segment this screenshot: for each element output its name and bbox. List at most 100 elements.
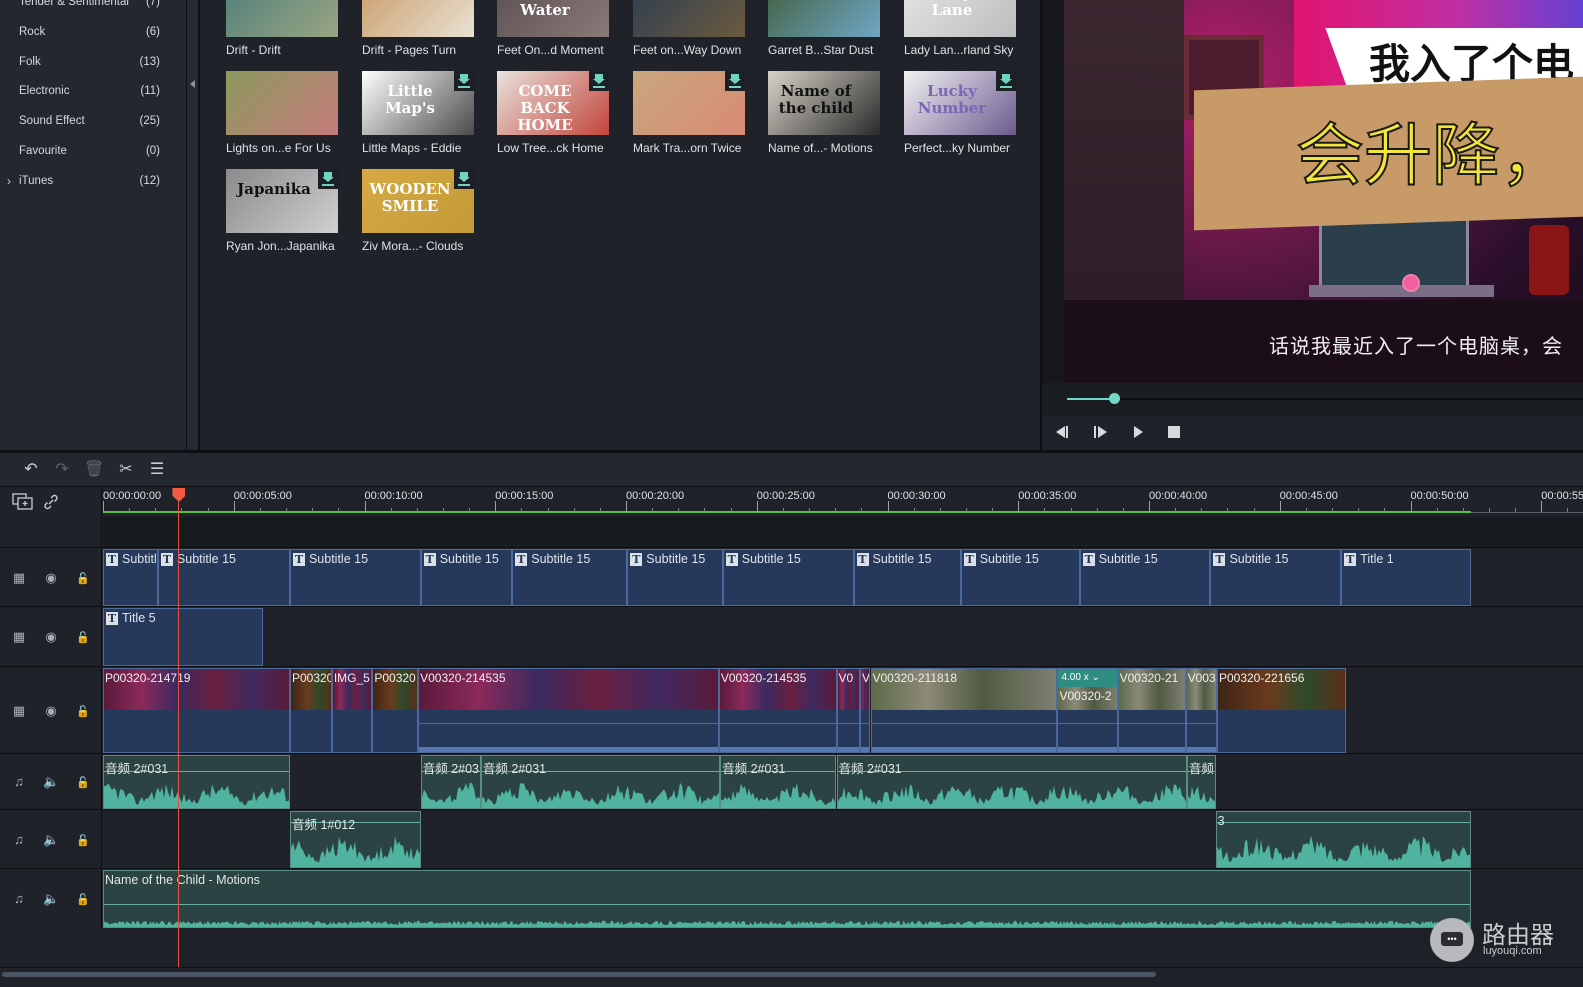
lock-toggle[interactable]: 🔓 [75,570,91,586]
download-icon[interactable] [454,169,474,189]
cut-button[interactable]: ✂ [116,460,136,480]
music-thumbnail[interactable]: Name of the child [768,71,880,135]
title-clip[interactable]: T Title 1 [1341,549,1471,606]
video-clip[interactable]: V00320-2 4.00 x ⌄ [1057,668,1118,753]
lock-toggle[interactable]: 🔓 [75,891,91,907]
video-clip[interactable]: P00320 [289,668,332,753]
title-clip[interactable]: TSubtitle 15 [420,549,513,606]
audio-clip[interactable]: 音频 2#031 [420,755,481,809]
category-item[interactable]: › iTunes (12) [0,166,186,196]
music-title: Perfect...ky Number [904,141,1011,155]
stop-button[interactable] [1168,424,1186,440]
adjust-button[interactable]: ☰ [147,460,167,480]
title-clip[interactable]: TSubtitle 15 [722,549,854,606]
add-track-button[interactable] [12,493,34,511]
video-clip[interactable]: V00320-214535 [418,668,719,753]
video-clip[interactable]: IMG_5 [331,668,373,753]
music-thumbnail[interactable]: WOODEN SMILE [362,169,474,233]
prev-frame-button[interactable] [1056,424,1074,440]
video-clip[interactable]: P00320-221656 [1216,668,1347,753]
visibility-toggle[interactable]: ◉ [43,629,59,645]
title-clip[interactable]: TSubtitle 15 [1210,549,1342,606]
category-item[interactable]: Rock (6) [0,17,186,47]
ruler-tick [756,501,758,512]
download-icon[interactable] [996,71,1016,91]
visibility-toggle[interactable]: ◉ [43,570,59,586]
visibility-toggle[interactable]: ◉ [43,703,59,719]
clip-header [104,871,1470,905]
link-button[interactable] [42,493,60,511]
video-clip[interactable]: V003 [1185,668,1217,753]
title-clip[interactable]: TSubtitle 15 [627,549,723,606]
delete-button[interactable]: 🗑 [84,460,104,480]
video-clip[interactable]: V00320-214535 [718,668,837,753]
download-icon[interactable] [454,71,474,91]
download-icon[interactable] [318,169,338,189]
subtitle-text: 话说我最近入了一个电脑桌，会 [1269,334,1563,358]
chevron-right-icon[interactable]: › [7,166,11,196]
music-thumbnail[interactable]: COME BACK HOME [497,71,609,135]
title-clip[interactable]: TSubtitle 15 [512,549,628,606]
undo-button[interactable]: ↶ [21,460,41,480]
scrubber-knob[interactable] [1108,393,1120,404]
transform-handle[interactable] [1402,274,1420,292]
category-item[interactable]: Favourite (0) [0,136,186,166]
title-clip[interactable]: TSubtitle 15 [1079,549,1211,606]
audio-clip[interactable]: 音频 2#031 [480,755,721,809]
audio-clip[interactable]: 音频 1#012 [289,811,421,868]
audio-clip[interactable]: 音频 2#031 [103,755,290,809]
speaker-toggle[interactable]: 🔈 [43,832,59,848]
title-clip[interactable]: TSubtitle 15 [853,549,961,606]
panel-splitter[interactable] [186,0,200,453]
category-item[interactable]: Folk (13) [0,47,186,77]
music-thumbnail[interactable] [633,71,745,135]
title-clip[interactable]: TSubtitle 15 [960,549,1080,606]
lock-toggle[interactable]: 🔓 [75,832,91,848]
play-button[interactable] [1132,424,1150,440]
lock-toggle[interactable]: 🔓 [75,774,91,790]
speaker-toggle[interactable]: 🔈 [43,774,59,790]
category-item[interactable]: Electronic (11) [0,76,186,106]
music-thumbnail[interactable]: Japanika [226,169,338,233]
video-clip[interactable]: V0 [836,668,861,753]
music-thumbnail[interactable]: DRIFT [226,0,338,37]
video-clip[interactable]: V00320-211818 [870,668,1058,753]
video-clip[interactable]: V [860,668,871,753]
category-item[interactable]: Tender & Sentimental (7) [0,0,186,17]
speaker-toggle[interactable]: 🔈 [43,891,59,907]
download-icon[interactable] [725,71,745,91]
title-clip[interactable]: TSubtitle 15 [103,549,158,606]
collapse-arrow-icon[interactable] [190,80,195,88]
next-frame-button[interactable] [1093,424,1111,440]
redo-button[interactable]: ↷ [52,460,72,480]
audio-clip[interactable]: 3 [1215,811,1471,868]
music-thumbnail[interactable] [362,0,474,37]
video-clip[interactable]: P00320-214719 [103,668,290,753]
audio-clip[interactable]: 音频 2#031 [836,755,1187,809]
music-thumbnail[interactable] [768,0,880,37]
preview-scrubber[interactable] [1042,383,1583,415]
music-thumbnail[interactable]: Feet on Water [497,0,609,37]
timeline-horizontal-scrollbar[interactable] [0,967,1583,987]
title-clip[interactable]: TSubtitle 15 [289,549,421,606]
title-clip[interactable]: T Title 5 [103,608,263,666]
audio-clip[interactable]: Name of the Child - Motions [103,870,1471,928]
video-clip[interactable]: P00320 [372,668,419,753]
lock-toggle[interactable]: 🔓 [75,629,91,645]
scrollbar-thumb[interactable] [2,972,1156,977]
music-thumbnail[interactable]: Lady Lane [904,0,1016,37]
video-clip[interactable]: V00320-21 [1117,668,1186,753]
music-thumbnail[interactable]: Lucky Number [904,71,1016,135]
category-item[interactable]: Sound Effect (25) [0,106,186,136]
music-thumbnail[interactable] [633,0,745,37]
music-thumbnail[interactable]: Little Map's [362,71,474,135]
watermark: 路由器 luyouqi.com [1430,915,1580,963]
lock-toggle[interactable]: 🔓 [75,703,91,719]
audio-clip[interactable]: 音频 [1186,755,1216,809]
timeline-ruler[interactable]: 00:00:00:00 00:00:05:00 00:00:10:00 00:00:1… [103,487,1583,517]
music-thumbnail[interactable] [226,71,338,135]
download-icon[interactable] [589,71,609,91]
speed-badge[interactable]: 4.00 x ⌄ [1058,669,1117,687]
playhead-line[interactable] [178,500,180,967]
audio-clip[interactable]: 音频 2#031 [720,755,837,809]
